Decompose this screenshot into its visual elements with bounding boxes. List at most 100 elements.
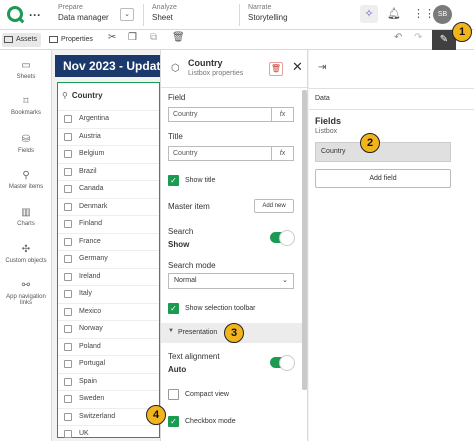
compact-view-checkbox[interactable]: ✓ — [168, 389, 179, 400]
delete-icon[interactable]: 🗑︎ — [172, 32, 185, 43]
row-checkbox[interactable] — [64, 325, 72, 333]
country-field-chip[interactable]: Country — [315, 142, 451, 162]
nav-prepare[interactable]: Prepare Data manager — [58, 4, 109, 22]
listbox-row[interactable]: UK — [58, 425, 159, 441]
sheet-title[interactable]: Nov 2023 - Update — [55, 55, 160, 77]
listbox-row[interactable]: Switzerland — [58, 407, 159, 425]
sidebar-item-bookmarks[interactable]: ⌑ Bookmarks — [0, 96, 52, 116]
nav-narrate-section: Narrate — [248, 4, 272, 11]
text-alignment-toggle[interactable] — [270, 355, 295, 371]
listbox-row[interactable]: Brazil — [58, 162, 159, 180]
row-label: Argentina — [79, 115, 109, 122]
listbox-row[interactable]: Denmark — [58, 197, 159, 215]
sidebar-item-sheets[interactable]: ▭ Sheets — [0, 60, 52, 80]
row-checkbox[interactable] — [64, 272, 72, 281]
listbox-row[interactable]: Canada — [58, 180, 159, 197]
listbox-row[interactable]: Sweden — [58, 390, 159, 407]
title-input[interactable]: Country fx — [168, 146, 294, 161]
listbox-search[interactable]: ⚲ Country — [62, 91, 103, 100]
row-checkbox[interactable] — [64, 430, 72, 438]
row-checkbox[interactable] — [64, 307, 72, 316]
title-expression-button[interactable]: fx — [271, 147, 293, 160]
notifications-bell-icon[interactable]: 🔔︎ — [387, 7, 401, 20]
sidebar-item-custom-objects[interactable]: ✣ Custom objects — [0, 244, 52, 264]
listbox-row[interactable]: Austria — [58, 127, 159, 145]
callout-badge: 4 — [146, 405, 166, 425]
listbox-row[interactable]: Argentina — [58, 110, 159, 127]
row-checkbox[interactable] — [64, 412, 72, 421]
delete-object-button[interactable]: 🗑︎ — [269, 62, 283, 76]
checkbox-mode-checkbox[interactable]: ✓ — [168, 416, 179, 427]
sidebar-item-app-navigation-links[interactable]: ⚯ App navigation links — [0, 280, 52, 306]
row-checkbox[interactable] — [64, 255, 72, 263]
data-tab[interactable]: Data — [309, 88, 474, 110]
listbox-row[interactable]: Spain — [58, 372, 159, 390]
assets-toggle-button[interactable]: Assets — [2, 33, 42, 47]
listbox-row[interactable]: Portugal — [58, 355, 159, 372]
bookmark-icon: ⌑ — [23, 96, 29, 107]
row-label: Germany — [79, 255, 108, 262]
add-new-button[interactable]: Add new — [254, 199, 294, 213]
row-checkbox[interactable] — [64, 220, 72, 228]
close-icon[interactable]: ✕ — [292, 59, 303, 75]
search-toggle[interactable] — [270, 230, 295, 246]
listbox-row[interactable]: France — [58, 232, 159, 250]
row-label: Belgium — [79, 150, 105, 157]
field-label: Field — [168, 93, 186, 102]
row-checkbox[interactable] — [64, 290, 72, 298]
insight-advisor-sparkle-icon[interactable]: ✧ — [360, 5, 378, 23]
more-menu-icon[interactable]: ··· — [29, 8, 41, 22]
listbox-row[interactable]: Mexico — [58, 302, 159, 320]
row-label: Finland — [79, 220, 102, 227]
row-checkbox[interactable] — [64, 115, 72, 123]
row-label: Italy — [79, 290, 92, 297]
properties-label: Properties — [61, 36, 93, 43]
country-listbox[interactable]: ⚲ Country Argentina Austria Belgium Brazil Ca… — [57, 82, 160, 438]
nav-narrate[interactable]: Narrate Storytelling — [248, 4, 288, 22]
row-checkbox[interactable] — [64, 132, 72, 141]
chevron-down-icon[interactable]: ⌄ — [120, 8, 134, 21]
row-checkbox[interactable] — [64, 150, 72, 158]
listbox-row[interactable]: Finland — [58, 215, 159, 232]
paste-icon[interactable]: ⧉ — [150, 32, 157, 43]
properties-toggle-button[interactable]: Properties — [47, 33, 97, 47]
listbox-row[interactable]: Norway — [58, 320, 159, 337]
search-icon: ⚲ — [62, 91, 68, 100]
row-checkbox[interactable] — [64, 395, 72, 403]
sidebar-item-charts[interactable]: ▥ Charts — [0, 207, 52, 227]
qlik-logo[interactable] — [7, 6, 23, 22]
properties-scrollbar[interactable] — [302, 90, 307, 390]
row-checkbox[interactable] — [64, 360, 72, 368]
cut-icon[interactable]: ✂ — [108, 32, 116, 43]
search-mode-select[interactable]: Normal ⌄ — [168, 273, 294, 289]
panel-collapse-icon[interactable]: ⇥ — [318, 62, 326, 73]
field-input[interactable]: Country fx — [168, 107, 294, 122]
redo-icon[interactable]: ↷ — [414, 32, 422, 43]
row-checkbox[interactable] — [64, 377, 72, 386]
listbox-row[interactable]: Italy — [58, 285, 159, 302]
presentation-label: Presentation — [178, 329, 218, 336]
listbox-row[interactable]: Poland — [58, 337, 159, 355]
listbox-row[interactable]: Belgium — [58, 145, 159, 162]
sidebar-item-fields[interactable]: ⛁ Fields — [0, 134, 52, 154]
field-expression-button[interactable]: fx — [271, 108, 293, 121]
listbox-row[interactable]: Germany — [58, 250, 159, 267]
show-selection-toolbar-checkbox[interactable]: ✓ — [168, 303, 179, 314]
sheet-toolbar: Assets Properties ✂ ❐ ⧉ 🗑︎ ↶ ↷ — [0, 30, 474, 50]
row-checkbox[interactable] — [64, 202, 72, 211]
properties-header: ⬡ Country Listbox properties 🗑︎ ✕ — [161, 50, 309, 88]
row-checkbox[interactable] — [64, 185, 72, 193]
nav-analyze[interactable]: Analyze Sheet — [152, 4, 177, 22]
copy-icon[interactable]: ❐ — [128, 32, 137, 43]
row-checkbox[interactable] — [64, 237, 72, 246]
sidebar-item-master-items[interactable]: ⚲ Master items — [0, 170, 52, 190]
row-checkbox[interactable] — [64, 167, 72, 176]
add-field-button[interactable]: Add field — [315, 169, 451, 188]
listbox-row[interactable]: Ireland — [58, 267, 159, 285]
user-avatar[interactable]: SB — [433, 5, 452, 24]
assets-sidebar: ▭ Sheets ⌑ Bookmarks ⛁ Fields ⚲ Master i… — [0, 50, 52, 441]
nav-link-icon: ⚯ — [21, 280, 31, 291]
undo-icon[interactable]: ↶ — [394, 32, 402, 43]
row-checkbox[interactable] — [64, 342, 72, 351]
show-title-checkbox[interactable]: ✓ — [168, 175, 179, 186]
